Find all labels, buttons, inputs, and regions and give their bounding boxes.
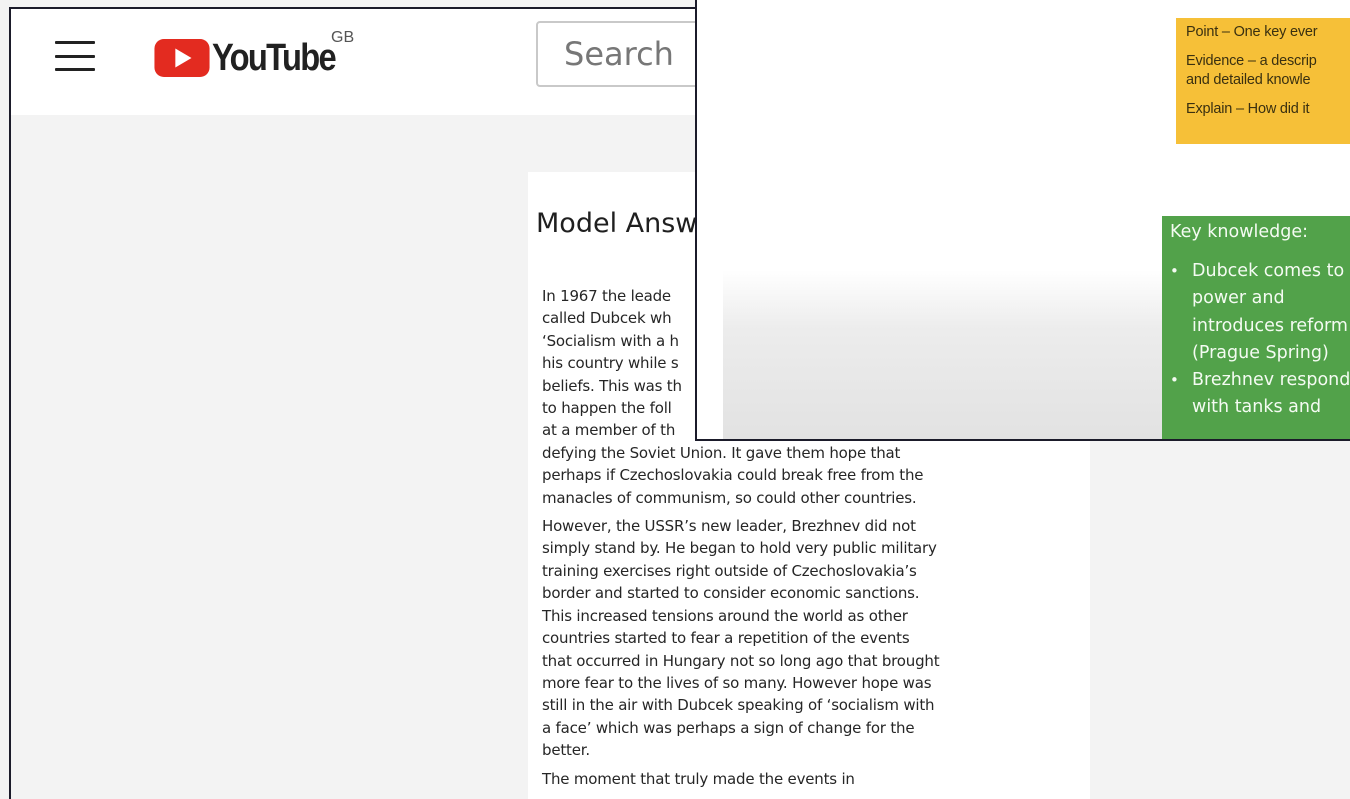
youtube-logo-text: YouTube [212, 36, 337, 79]
text-line: that occurred in Hungary not so long ago… [542, 651, 940, 670]
text-line: a face’ which was perhaps a sign of chan… [542, 718, 915, 737]
text-line: The moment that truly made the events in [542, 769, 855, 788]
text-line: defying the Soviet Union. It gave them h… [542, 443, 901, 462]
slide-shadow [723, 270, 1163, 439]
key-knowledge-title: Key knowledge: [1170, 222, 1309, 242]
text-line: countries started to fear a repetition o… [542, 629, 910, 648]
region-code: GB [331, 29, 355, 46]
text-line: This increased tensions around the world… [542, 606, 908, 625]
bullet-continuation: introduces reform [1192, 315, 1348, 336]
key-knowledge-box: Key knowledge: Dubcek comes to power and… [1162, 216, 1350, 439]
paragraph-2: However, the USSR’s new leader, Brezhnev… [542, 515, 1012, 761]
text-line: However, the USSR’s new leader, Brezhnev… [542, 517, 916, 536]
youtube-logo[interactable]: YouTube [153, 33, 355, 83]
text-line: manacles of communism, so could other co… [542, 488, 917, 507]
video-overlay-window[interactable]: Point – One key ever Evidence – a descri… [695, 0, 1350, 441]
text-line: simply stand by. He began to hold very p… [542, 539, 937, 558]
text-line: better. [542, 741, 590, 760]
evidence-text: Evidence – a descrip and detailed knowle [1186, 51, 1350, 90]
paragraph-3: The moment that truly made the events in [542, 768, 1012, 790]
text-line: border and started to consider economic … [542, 584, 920, 603]
document-title: Model Answ [536, 208, 698, 239]
text-line: more fear to the lives of so many. Howev… [542, 673, 932, 692]
key-knowledge-list: Dubcek comes to power and introduces ref… [1170, 258, 1350, 422]
bullet-continuation: (Prague Spring) [1192, 342, 1329, 363]
evidence-line-1: Evidence – a descrip [1186, 53, 1317, 69]
pee-instructions-box: Point – One key ever Evidence – a descri… [1176, 18, 1350, 144]
text-line: still in the air with Dubcek speaking of… [542, 696, 935, 715]
explain-text: Explain – How did it [1186, 101, 1310, 117]
youtube-play-icon [154, 39, 210, 77]
bullet-continuation: with tanks and [1192, 397, 1322, 418]
bullet-continuation: power and [1192, 288, 1285, 309]
bullet-item: Brezhnev respond [1170, 367, 1350, 395]
point-text: Point – One key ever [1186, 24, 1318, 40]
evidence-line-2: and detailed knowle [1186, 72, 1311, 88]
text-line: training exercises right outside of Czec… [542, 561, 917, 580]
text-line: perhaps if Czechoslovakia could break fr… [542, 466, 924, 485]
bullet-item: Dubcek comes to [1170, 258, 1350, 286]
menu-icon[interactable] [55, 41, 95, 71]
